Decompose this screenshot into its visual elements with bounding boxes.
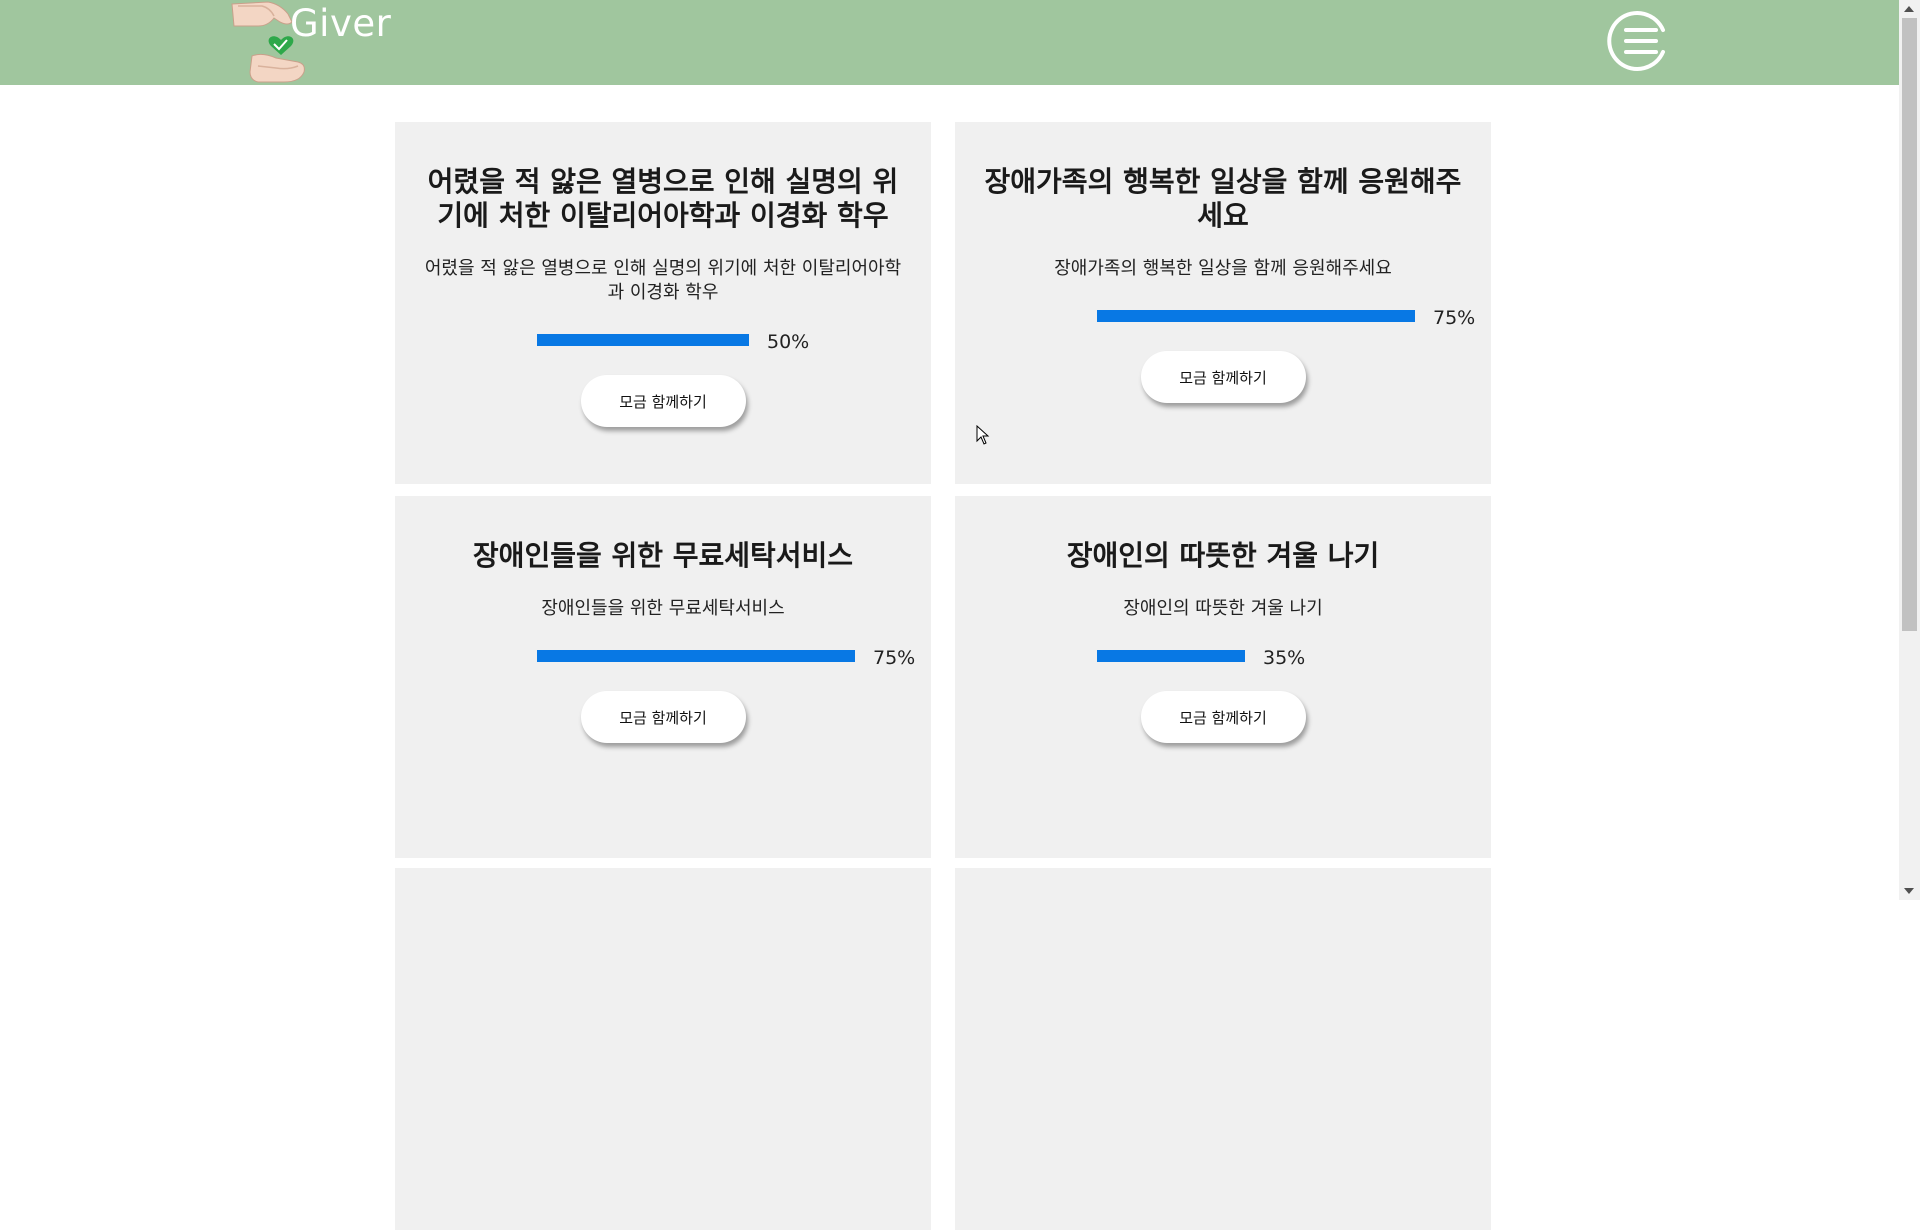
progress-fill [1097,310,1415,322]
progress-fill [1097,650,1245,662]
progress-bar [537,334,749,346]
progress-label: 75% [1433,307,1476,329]
campaign-card: 장애인의 따뜻한 겨울 나기 장애인의 따뜻한 겨울 나기 35% 모금 함께하… [955,496,1491,858]
campaign-card [955,868,1491,1230]
campaign-card: 장애인들을 위한 무료세탁서비스 장애인들을 위한 무료세탁서비스 75% 모금… [395,496,931,858]
donate-button[interactable]: 모금 함께하기 [580,375,746,427]
site-header: Giver [0,0,1899,85]
campaign-description: 장애인의 따뜻한 겨울 나기 [1123,598,1323,619]
donate-button[interactable]: 모금 함께하기 [580,691,746,743]
menu-circle-icon[interactable] [1606,8,1672,74]
progress-bar [1097,310,1415,322]
vertical-scrollbar[interactable] [1899,0,1920,900]
progress-bar [1097,650,1245,662]
donate-button[interactable]: 모금 함께하기 [1140,691,1306,743]
logo-text[interactable]: Giver [290,2,391,45]
scroll-thumb[interactable] [1902,18,1917,631]
progress-fill [537,334,749,346]
progress-bar [537,650,855,662]
progress-label: 75% [873,647,916,669]
progress-row: 75% [977,299,1475,339]
campaign-description: 장애인들을 위한 무료세탁서비스 [541,598,785,619]
campaign-title: 장애가족의 행복한 일상을 함께 응원해주세요 [984,165,1462,232]
campaign-description: 어렸을 적 앓은 열병으로 인해 실명의 위기에 처한 이탈리어아학과 이경화 … [424,258,902,303]
campaign-card: 어렸을 적 앓은 열병으로 인해 실명의 위기에 처한 이탈리어아학과 이경화 … [395,122,931,484]
campaign-description: 장애가족의 행복한 일상을 함께 응원해주세요 [1054,258,1392,279]
progress-row: 75% [417,639,915,679]
campaign-title: 장애인들을 위한 무료세탁서비스 [472,539,854,572]
progress-label: 50% [767,331,810,353]
scroll-up-arrow-icon[interactable] [1904,6,1914,12]
campaign-title: 어렸을 적 앓은 열병으로 인해 실명의 위기에 처한 이탈리어아학과 이경화 … [427,165,899,232]
progress-label: 35% [1263,647,1306,669]
donate-button[interactable]: 모금 함께하기 [1140,351,1306,403]
progress-row: 35% [977,639,1469,679]
campaign-card [395,868,931,1230]
campaign-card: 장애가족의 행복한 일상을 함께 응원해주세요 장애가족의 행복한 일상을 함께… [955,122,1491,484]
progress-row: 50% [417,323,909,363]
mouse-cursor-icon [976,425,990,445]
scroll-down-arrow-icon[interactable] [1904,888,1914,894]
campaign-title: 장애인의 따뜻한 겨울 나기 [1066,539,1380,572]
progress-fill [537,650,855,662]
